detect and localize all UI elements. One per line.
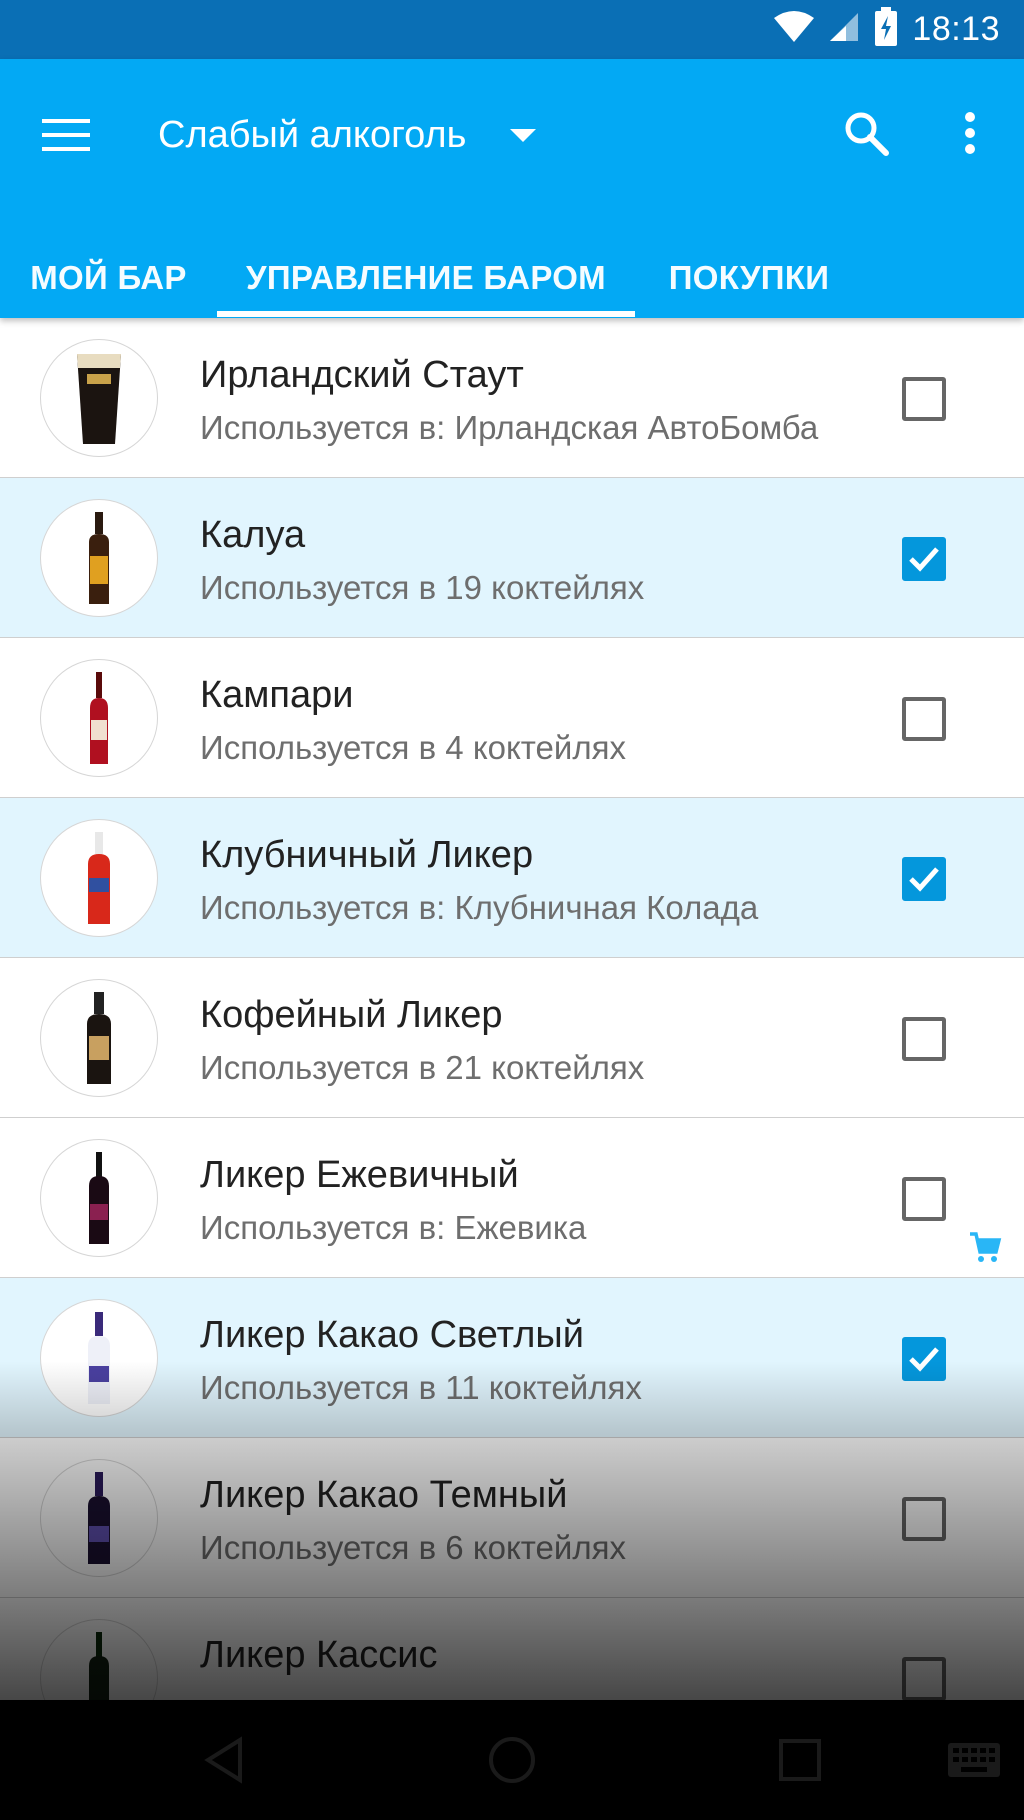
menu-button[interactable] [40, 109, 92, 161]
item-checkbox[interactable] [902, 377, 946, 421]
item-usage: Используется в 21 коктейлях [200, 1049, 645, 1086]
item-name: Кофейный Ликер [200, 994, 503, 1036]
check-icon [909, 867, 939, 892]
keyboard-button[interactable] [944, 1730, 1004, 1790]
more-vert-icon [965, 112, 975, 154]
recents-button[interactable] [770, 1730, 830, 1790]
item-name: Ирландский Стаут [200, 354, 524, 396]
item-usage: Используется в 4 коктейлях [200, 729, 626, 766]
bottle-icon [40, 499, 158, 617]
item-name: Ликер Какао Темный [200, 1474, 568, 1516]
item-usage: Используется в: Ирландская АвтоБомба [200, 409, 819, 446]
item-usage: Используется в: Ежевика [200, 1209, 587, 1246]
check-icon [909, 547, 939, 572]
list-item[interactable]: Кампари Используется в 4 коктейлях [0, 638, 1024, 798]
bottle-icon [40, 819, 158, 937]
item-checkbox[interactable] [902, 1657, 946, 1700]
menu-icon [42, 119, 90, 151]
bottle-icon [40, 1459, 158, 1577]
item-usage: Используется в 19 коктейлях [200, 569, 645, 606]
item-name: Ликер Кассис [200, 1634, 438, 1676]
item-checkbox[interactable] [902, 537, 946, 581]
status-time: 18:13 [912, 10, 1000, 48]
item-checkbox[interactable] [902, 1177, 946, 1221]
battery-charging-icon [874, 7, 898, 52]
item-checkbox[interactable] [902, 697, 946, 741]
dropdown-arrow-icon [510, 128, 537, 142]
item-name: Кампари [200, 674, 354, 716]
app-title: Слабый алкоголь [158, 113, 467, 156]
item-usage: Используется в: Клубничная Колада [200, 889, 759, 926]
ingredient-list: Ирландский Стаут Используется в: Ирландс… [0, 318, 1024, 1700]
list-item[interactable]: Ликер Кассис [0, 1598, 1024, 1700]
bottle-icon [40, 1139, 158, 1257]
navigation-bar [0, 1700, 1024, 1820]
recents-icon [779, 1739, 821, 1781]
check-icon [909, 1347, 939, 1372]
tab-purchases[interactable]: ПОКУПКИ [635, 237, 863, 318]
tab-my-bar[interactable]: МОЙ БАР [0, 237, 217, 318]
item-checkbox[interactable] [902, 857, 946, 901]
search-icon [845, 112, 889, 156]
shopping-cart-icon[interactable] [968, 1230, 1002, 1264]
item-name: Клубничный Ликер [200, 834, 534, 876]
tab-bar-management[interactable]: УПРАВЛЕНИЕ БАРОМ [217, 237, 635, 318]
status-bar: 18:13 [0, 0, 1024, 59]
list-item[interactable]: Ликер Ежевичный Используется в: Ежевика [0, 1118, 1024, 1278]
tab-bar: МОЙ БАР УПРАВЛЕНИЕ БАРОМ ПОКУПКИ [0, 237, 1024, 318]
list-item[interactable]: Ликер Какао Светлый Используется в 11 ко… [0, 1278, 1024, 1438]
search-button[interactable] [836, 103, 896, 163]
item-name: Ликер Ежевичный [200, 1154, 519, 1196]
category-selector[interactable]: Слабый алкоголь [158, 103, 537, 167]
bottle-icon [40, 979, 158, 1097]
item-name: Ликер Какао Светлый [200, 1314, 584, 1356]
bottle-icon [40, 1619, 158, 1700]
item-name: Калуа [200, 514, 306, 556]
keyboard-icon [948, 1743, 1000, 1777]
list-item[interactable]: Кофейный Ликер Используется в 21 коктейл… [0, 958, 1024, 1118]
stout-glass-icon [40, 339, 158, 457]
tab-indicator [217, 311, 635, 317]
status-icons: 18:13 [774, 0, 1000, 59]
home-icon [489, 1737, 535, 1783]
back-button[interactable] [194, 1730, 254, 1790]
back-icon [204, 1736, 242, 1784]
bottle-icon [40, 659, 158, 777]
list-item[interactable]: Ирландский Стаут Используется в: Ирландс… [0, 318, 1024, 478]
home-button[interactable] [482, 1730, 542, 1790]
app-bar: Слабый алкоголь МОЙ БАР УПРАВЛЕНИЕ БАРОМ… [0, 59, 1024, 318]
wifi-icon [774, 10, 815, 49]
list-item[interactable]: Калуа Используется в 19 коктейлях [0, 478, 1024, 638]
item-usage: Используется в 11 коктейлях [200, 1369, 642, 1406]
item-checkbox[interactable] [902, 1337, 946, 1381]
more-options-button[interactable] [946, 103, 994, 163]
list-item[interactable]: Клубничный Ликер Используется в: Клубнич… [0, 798, 1024, 958]
item-checkbox[interactable] [902, 1497, 946, 1541]
bottle-icon [40, 1299, 158, 1417]
item-usage: Используется в 6 коктейлях [200, 1529, 626, 1566]
item-checkbox[interactable] [902, 1017, 946, 1061]
cell-signal-icon [828, 11, 860, 48]
list-item[interactable]: Ликер Какао Темный Используется в 6 кокт… [0, 1438, 1024, 1598]
